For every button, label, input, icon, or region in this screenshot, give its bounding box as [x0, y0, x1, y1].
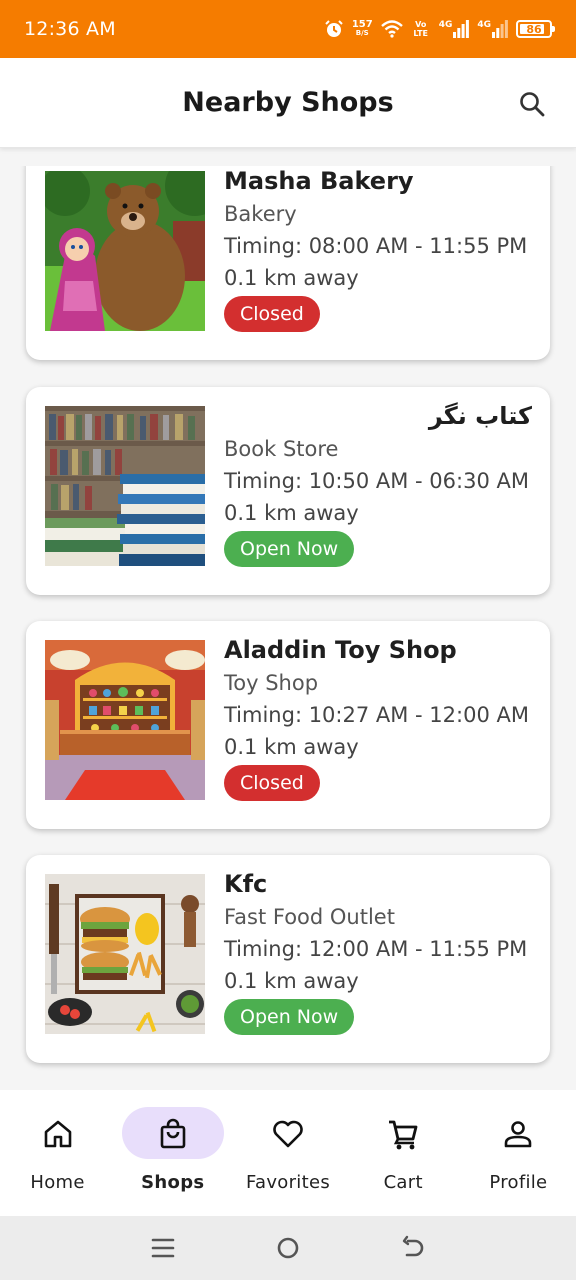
shop-image [45, 171, 205, 331]
status-badge: Closed [224, 296, 320, 332]
books-shelf-image [45, 406, 205, 566]
shop-timing: Timing: 12:00 AM - 11:55 PM [224, 937, 528, 961]
signal-2: 4G [477, 20, 508, 38]
shop-list[interactable]: Masha Bakery Bakery Timing: 08:00 AM - 1… [0, 166, 576, 1086]
shop-category: Fast Food Outlet [224, 905, 395, 929]
burger-fries-image [45, 874, 205, 1034]
status-badge: Open Now [224, 999, 355, 1035]
status-badge: Open Now [224, 531, 355, 567]
person-icon [505, 1121, 532, 1148]
network-speed: 157 B/S [352, 20, 373, 38]
shop-card[interactable]: کتاب نگر Book Store Timing: 10:50 AM - 0… [26, 387, 550, 595]
shopping-bag-icon [160, 1118, 186, 1149]
shop-image [45, 640, 205, 800]
shop-info: Kfc Fast Food Outlet Timing: 12:00 AM - … [224, 867, 532, 1035]
shop-image [45, 406, 205, 566]
home-circle-icon[interactable] [273, 1233, 303, 1263]
bottom-navigation: Home Shops Favorites Cart Profile [0, 1090, 576, 1216]
shop-name: کتاب نگر [428, 402, 532, 430]
shop-distance: 0.1 km away [224, 969, 359, 993]
nav-item-home[interactable]: Home [0, 1090, 115, 1216]
shop-timing: Timing: 10:50 AM - 06:30 AM [224, 469, 529, 493]
system-navigation-bar [0, 1216, 576, 1280]
shop-card[interactable]: Aladdin Toy Shop Toy Shop Timing: 10:27 … [26, 621, 550, 829]
network-speed-unit: B/S [355, 29, 369, 37]
network-type-1: 4G [438, 20, 453, 30]
shop-name: Aladdin Toy Shop [224, 636, 457, 664]
shop-category: Bakery [224, 202, 297, 226]
shop-info: Aladdin Toy Shop Toy Shop Timing: 10:27 … [224, 633, 532, 801]
nav-item-profile[interactable]: Profile [461, 1090, 576, 1216]
search-icon[interactable] [518, 90, 546, 118]
status-time: 12:36 AM [24, 18, 116, 40]
recent-apps-icon[interactable] [148, 1233, 178, 1263]
signal-1: 4G [439, 20, 470, 38]
back-icon[interactable] [398, 1233, 428, 1263]
heart-icon [273, 1120, 303, 1148]
signal-bars-icon [453, 20, 470, 38]
alarm-icon [325, 20, 343, 37]
shop-distance: 0.1 km away [224, 735, 359, 759]
nav-label: Cart [383, 1172, 423, 1193]
nav-label: Favorites [245, 1172, 330, 1193]
cartoon-bear-girl-image [45, 171, 205, 331]
wifi-icon [380, 20, 403, 38]
shop-card[interactable]: Kfc Fast Food Outlet Timing: 12:00 AM - … [26, 855, 550, 1063]
network-speed-value: 157 [351, 19, 373, 30]
shop-timing: Timing: 10:27 AM - 12:00 AM [224, 703, 529, 727]
nav-item-cart[interactable]: Cart [346, 1090, 461, 1216]
app-bar: Nearby Shops [0, 58, 576, 148]
status-icons: 157 B/S Vo LTE 4G 4G 86 [324, 19, 555, 39]
shop-distance: 0.1 km away [224, 266, 359, 290]
nav-label: Home [30, 1172, 85, 1193]
shop-info: Masha Bakery Bakery Timing: 08:00 AM - 1… [224, 166, 532, 332]
shop-category: Book Store [224, 437, 339, 461]
cart-icon [389, 1120, 418, 1150]
home-icon [44, 1120, 71, 1148]
shop-info: کتاب نگر Book Store Timing: 10:50 AM - 0… [224, 399, 532, 567]
nav-label: Shops [141, 1172, 205, 1193]
shop-name: Masha Bakery [224, 167, 414, 195]
shop-category: Toy Shop [224, 671, 319, 695]
status-bar: 12:36 AM 157 B/S Vo LTE 4G 4G 86 [0, 0, 576, 58]
shop-image [45, 874, 205, 1034]
battery-level: 86 [526, 22, 542, 36]
shop-name: Kfc [224, 870, 268, 898]
network-type-2: 4G [477, 20, 491, 30]
status-badge: Closed [224, 765, 320, 801]
volte-indicator: Vo LTE [413, 20, 429, 38]
page-title: Nearby Shops [182, 87, 394, 118]
shop-timing: Timing: 08:00 AM - 11:55 PM [224, 234, 528, 258]
battery-icon: 86 [516, 20, 555, 38]
nav-label: Profile [489, 1172, 548, 1193]
shop-card[interactable]: Masha Bakery Bakery Timing: 08:00 AM - 1… [26, 166, 550, 360]
nav-item-shops[interactable]: Shops [115, 1090, 230, 1216]
nav-item-favorites[interactable]: Favorites [230, 1090, 345, 1216]
signal-bars-icon [492, 20, 508, 38]
shop-distance: 0.1 km away [224, 501, 359, 525]
toy-shop-interior-image [45, 640, 205, 800]
